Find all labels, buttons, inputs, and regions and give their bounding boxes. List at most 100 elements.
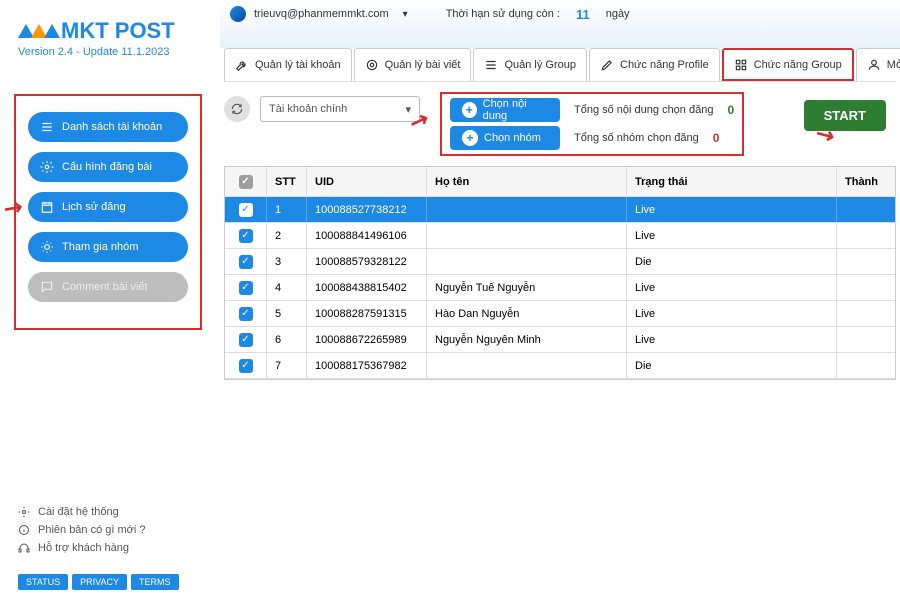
table-row[interactable]: ✓ 3100088579328122 Die bbox=[225, 249, 895, 275]
cell-uid: 100088287591315 bbox=[307, 301, 427, 326]
chevron-down-icon[interactable]: ▾ bbox=[403, 9, 408, 20]
cell-success bbox=[837, 353, 895, 378]
gear-icon bbox=[18, 506, 30, 518]
row-checkbox[interactable]: ✓ bbox=[239, 307, 253, 321]
remaining-label: Thời hạn sử dụng còn : bbox=[446, 8, 560, 20]
cell-uid: 100088527738212 bbox=[307, 197, 427, 222]
footer-status[interactable]: STATUS bbox=[18, 574, 68, 590]
cell-success bbox=[837, 327, 895, 352]
col-stt[interactable]: STT bbox=[267, 167, 307, 196]
target-icon bbox=[365, 58, 379, 72]
list-icon bbox=[484, 58, 498, 72]
tab-accounts[interactable]: Quản lý tài khoản bbox=[224, 48, 352, 81]
cell-name bbox=[427, 223, 627, 248]
row-checkbox[interactable]: ✓ bbox=[239, 281, 253, 295]
refresh-icon bbox=[230, 102, 244, 116]
cell-stt: 2 bbox=[267, 223, 307, 248]
calendar-icon bbox=[40, 200, 54, 214]
cell-uid: 100088672265989 bbox=[307, 327, 427, 352]
row-checkbox[interactable]: ✓ bbox=[239, 255, 253, 269]
cell-stt: 3 bbox=[267, 249, 307, 274]
footer-terms[interactable]: TERMS bbox=[131, 574, 179, 590]
list-icon bbox=[40, 120, 54, 134]
group-count-label: Tổng số nhóm chọn đăng bbox=[574, 132, 699, 144]
group-count: 0 bbox=[713, 131, 720, 145]
account-combo[interactable]: Tài khoản chính ▾ bbox=[260, 96, 420, 122]
app-version: Version 2.4 - Update 11.1.2023 bbox=[18, 46, 175, 58]
choose-content-button[interactable]: + Chọn nội dung bbox=[450, 98, 560, 122]
row-checkbox[interactable]: ✓ bbox=[239, 359, 253, 373]
cell-success bbox=[837, 223, 895, 248]
cell-name bbox=[427, 249, 627, 274]
cell-uid: 100088579328122 bbox=[307, 249, 427, 274]
cell-status: Live bbox=[627, 327, 837, 352]
cell-uid: 100088841496106 bbox=[307, 223, 427, 248]
tab-checkpoint[interactable]: Mở Checkpoint bbox=[856, 48, 900, 81]
table-header: ✓ STT UID Họ tên Trạng thái Thành bbox=[225, 167, 895, 197]
row-checkbox[interactable]: ✓ bbox=[239, 333, 253, 347]
sun-icon bbox=[40, 240, 54, 254]
cell-success bbox=[837, 301, 895, 326]
cell-stt: 1 bbox=[267, 197, 307, 222]
cell-name bbox=[427, 353, 627, 378]
footer-changelog[interactable]: Phiên bản có gì mới ? bbox=[18, 524, 146, 536]
sidebar-comment: Comment bài viết bbox=[28, 272, 188, 302]
plus-icon: + bbox=[462, 130, 478, 146]
sidebar-config[interactable]: Cấu hình đăng bài bbox=[28, 152, 188, 182]
cell-stt: 7 bbox=[267, 353, 307, 378]
grid-icon bbox=[734, 58, 748, 72]
table-row[interactable]: ✓ 7100088175367982 Die bbox=[225, 353, 895, 379]
footer-settings[interactable]: Cài đặt hệ thống bbox=[18, 506, 146, 518]
table-row[interactable]: ✓ 2100088841496106 Live bbox=[225, 223, 895, 249]
sidebar-accounts[interactable]: Danh sách tài khoản bbox=[28, 112, 188, 142]
col-uid[interactable]: UID bbox=[307, 167, 427, 196]
cell-stt: 4 bbox=[267, 275, 307, 300]
plus-icon: + bbox=[462, 102, 477, 118]
table-row[interactable]: ✓ 1100088527738212 Live bbox=[225, 197, 895, 223]
row-checkbox[interactable]: ✓ bbox=[239, 203, 253, 217]
content-count-label: Tổng số nội dung chọn đăng bbox=[574, 104, 713, 116]
tab-posts[interactable]: Quản lý bài viết bbox=[354, 48, 472, 81]
cell-uid: 100088438815402 bbox=[307, 275, 427, 300]
start-button[interactable]: START bbox=[804, 100, 886, 131]
cell-status: Live bbox=[627, 275, 837, 300]
cell-name: Hào Dan Nguyễn bbox=[427, 301, 627, 326]
cell-status: Die bbox=[627, 353, 837, 378]
table-row[interactable]: ✓ 6100088672265989Nguyễn Nguyên MinhLive bbox=[225, 327, 895, 353]
table-row[interactable]: ✓4100088438815402Nguyễn Tuế NguyễnLive bbox=[225, 275, 895, 301]
content-count: 0 bbox=[727, 103, 734, 117]
gear-icon bbox=[40, 160, 54, 174]
col-name[interactable]: Họ tên bbox=[427, 167, 627, 196]
cell-status: Live bbox=[627, 301, 837, 326]
sidebar-history[interactable]: Lịch sử đăng bbox=[28, 192, 188, 222]
cell-success bbox=[837, 249, 895, 274]
cell-status: Live bbox=[627, 223, 837, 248]
comment-icon bbox=[40, 280, 54, 294]
cell-uid: 100088175367982 bbox=[307, 353, 427, 378]
cell-status: Die bbox=[627, 249, 837, 274]
col-success[interactable]: Thành bbox=[837, 167, 895, 196]
choose-group-button[interactable]: + Chọn nhóm bbox=[450, 126, 560, 150]
cell-name: Nguyễn Nguyên Minh bbox=[427, 327, 627, 352]
footer-privacy[interactable]: PRIVACY bbox=[72, 574, 127, 590]
refresh-button[interactable] bbox=[224, 96, 250, 122]
accounts-table: ✓ STT UID Họ tên Trạng thái Thành ✓11000… bbox=[224, 166, 896, 380]
cell-stt: 6 bbox=[267, 327, 307, 352]
row-checkbox[interactable]: ✓ bbox=[239, 229, 253, 243]
footer-support[interactable]: Hỗ trợ khách hàng bbox=[18, 542, 146, 554]
cell-name bbox=[427, 197, 627, 222]
cell-status: Live bbox=[627, 197, 837, 222]
tab-profile-func[interactable]: Chức năng Profile bbox=[589, 48, 720, 81]
tab-group-func[interactable]: Chức năng Group bbox=[722, 48, 854, 81]
user-avatar bbox=[230, 6, 246, 22]
col-status[interactable]: Trạng thái bbox=[627, 167, 837, 196]
cell-success bbox=[837, 197, 895, 222]
user-icon bbox=[867, 58, 881, 72]
sidebar-join-group[interactable]: Tham gia nhóm bbox=[28, 232, 188, 262]
days-unit: ngày bbox=[606, 8, 630, 20]
select-all-checkbox[interactable]: ✓ bbox=[239, 175, 253, 189]
headset-icon bbox=[18, 542, 30, 554]
pencil-icon bbox=[600, 58, 614, 72]
tab-groups[interactable]: Quản lý Group bbox=[473, 48, 587, 81]
table-row[interactable]: ✓5100088287591315Hào Dan NguyễnLive bbox=[225, 301, 895, 327]
